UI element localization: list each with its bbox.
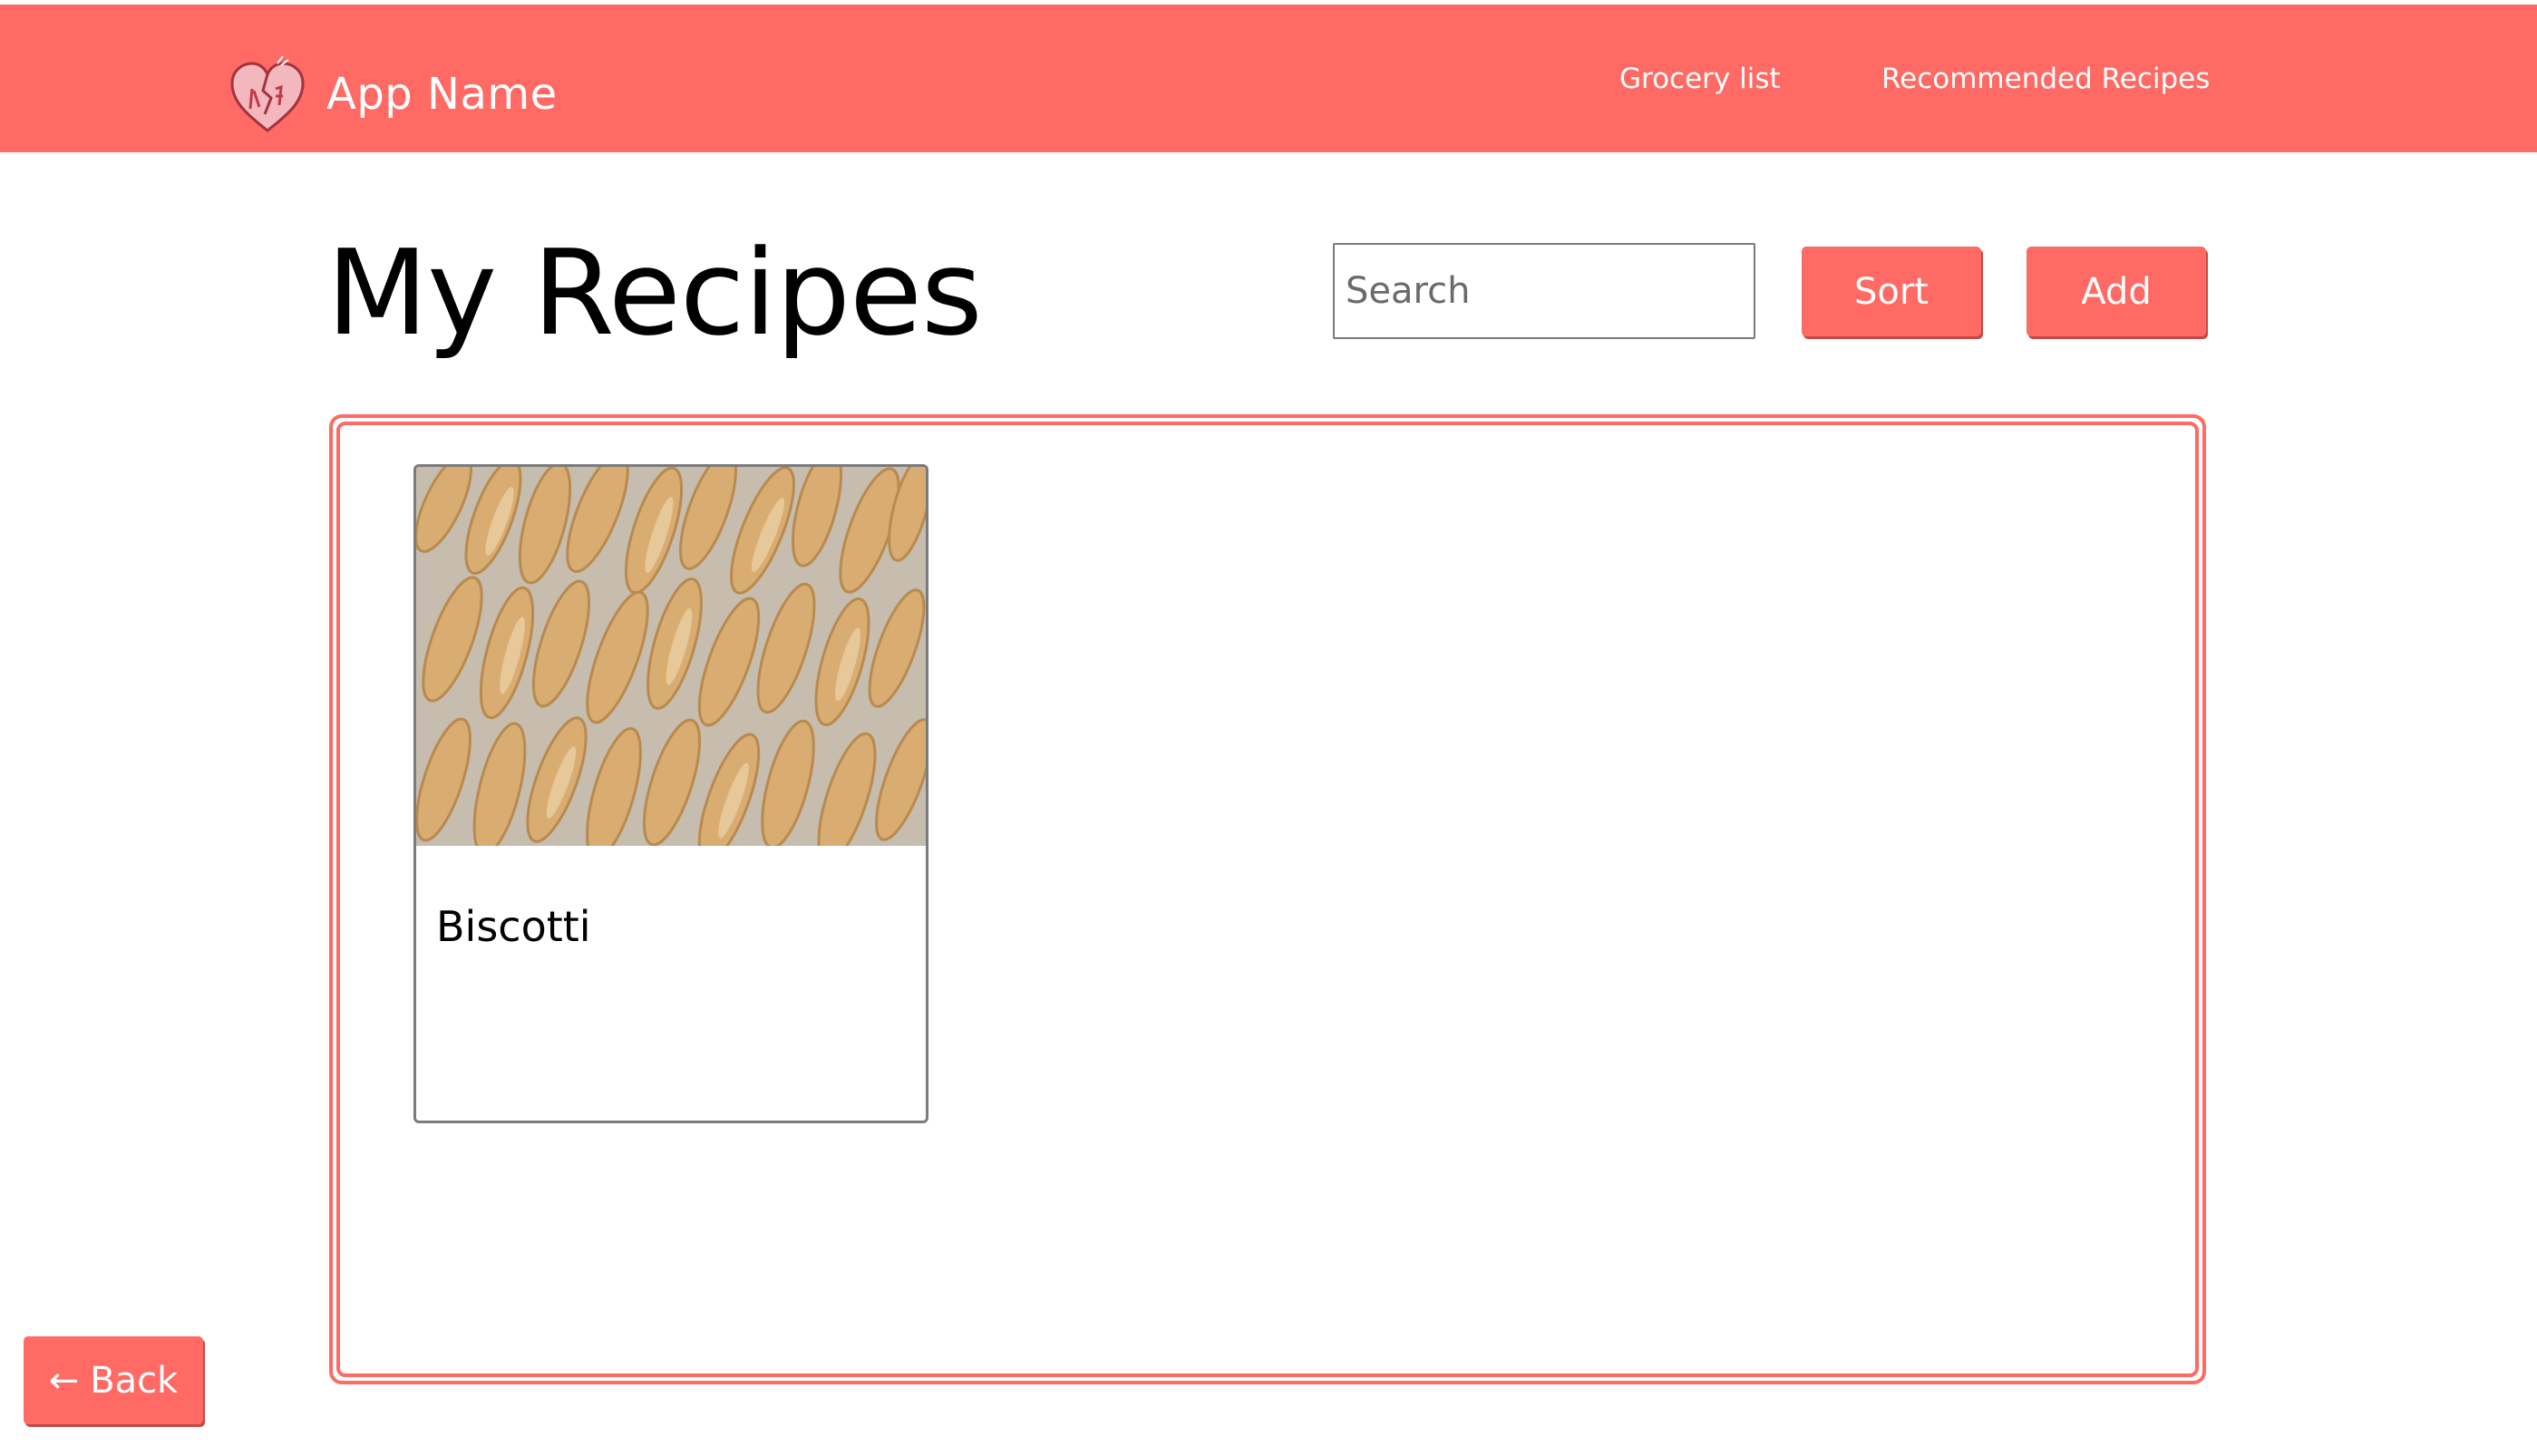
heart-logo-icon xyxy=(230,55,305,132)
add-recipe-button[interactable]: Add xyxy=(2027,247,2206,336)
page-title: My Recipes xyxy=(326,224,983,362)
arrow-left-icon: ← xyxy=(48,1359,80,1402)
app-name: App Name xyxy=(326,69,558,120)
search-input[interactable] xyxy=(1333,243,1755,339)
back-button[interactable]: ← Back xyxy=(24,1336,203,1424)
brand-home-link[interactable]: App Name xyxy=(228,54,558,134)
recipe-card[interactable]: Biscotti xyxy=(413,464,928,1123)
biscotti-photo xyxy=(416,467,926,846)
back-button-label: Back xyxy=(90,1359,179,1402)
recipe-title: Biscotti xyxy=(436,902,591,951)
sort-button[interactable]: Sort xyxy=(1802,247,1981,336)
nav-link-recommended-recipes[interactable]: Recommended Recipes xyxy=(1881,63,2210,95)
top-navbar: App Name Grocery list Recommended Recipe… xyxy=(0,5,2537,152)
nav-link-grocery-list[interactable]: Grocery list xyxy=(1619,63,1781,95)
